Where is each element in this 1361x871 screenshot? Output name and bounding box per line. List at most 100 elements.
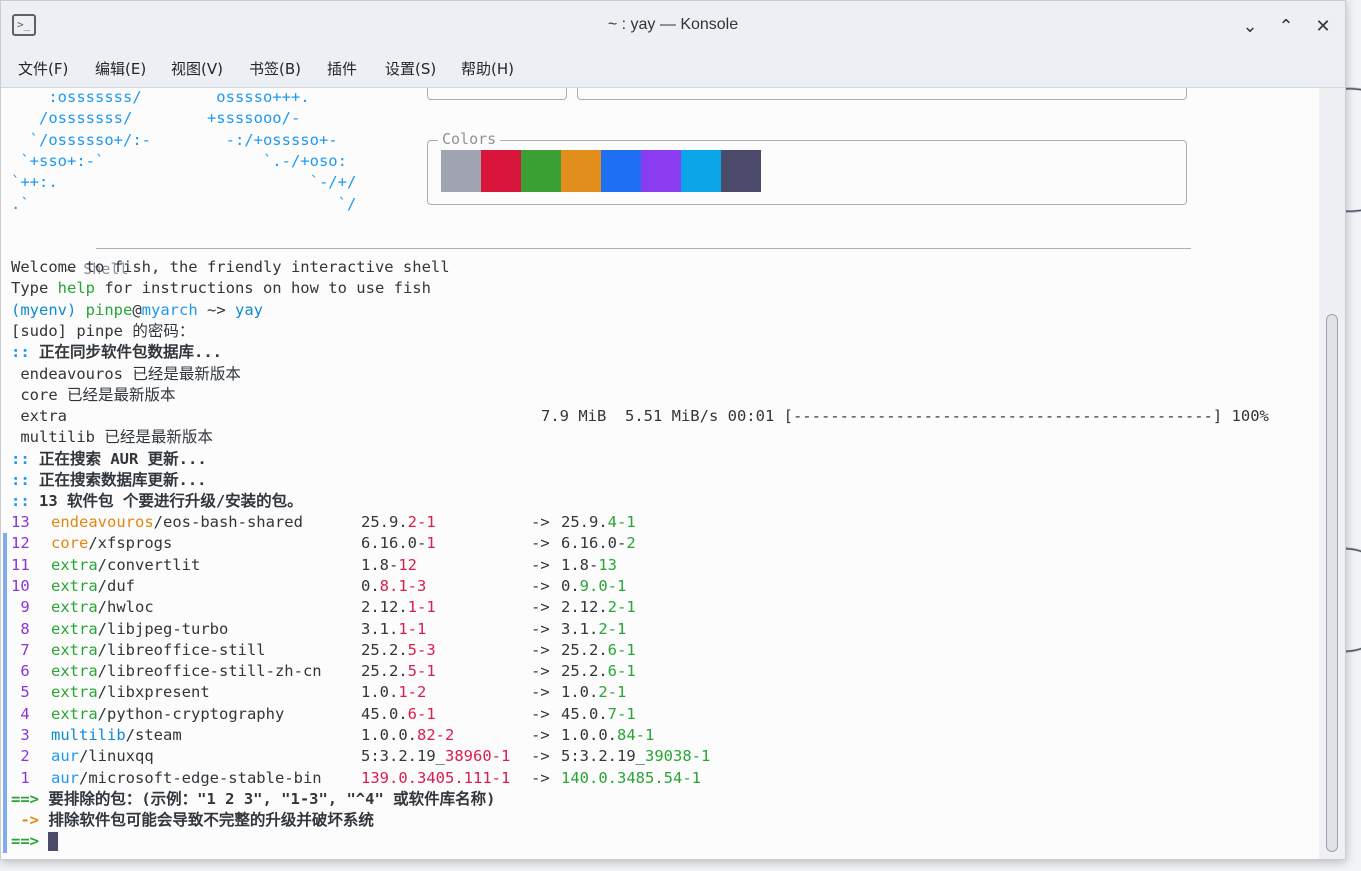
- scrollbar-thumb[interactable]: [1326, 314, 1338, 852]
- version-base: 25.2.: [561, 640, 608, 659]
- new-version: 6.16.0-2: [561, 533, 636, 554]
- package-id: /libreoffice-still-zh-cn: [97, 662, 322, 681]
- package-id: /convertlit: [97, 555, 201, 574]
- version-base: 1.0.0.: [361, 726, 417, 744]
- terminal-output[interactable]: :osssssss/ osssso+++. /osssssss/ +ssssoo…: [1, 88, 1319, 859]
- version-arrow: ->: [531, 747, 550, 766]
- download-progress: 7.9 MiB 5.51 MiB/s 00:01 [--------------…: [541, 407, 1269, 425]
- package-name: core/xfsprogs: [51, 533, 172, 554]
- version-diff: 84-1: [617, 726, 655, 744]
- package-name: extra/convertlit: [51, 555, 200, 576]
- prompt-at: @: [132, 301, 142, 319]
- version-base: 5:3.2.19_: [561, 747, 645, 766]
- package-number: 1: [11, 768, 30, 787]
- package-repo: extra: [51, 576, 98, 595]
- version-base: 1.8-: [361, 555, 399, 574]
- package-id: /steam: [125, 726, 182, 744]
- package-repo: aur: [51, 768, 79, 787]
- version-base: 2.12.: [561, 598, 608, 617]
- new-version: 3.1.2-1: [561, 619, 626, 640]
- maximize-icon[interactable]: ⌃: [1277, 17, 1295, 35]
- colors-box-label: Colors: [438, 130, 501, 148]
- menu-view[interactable]: 视图(V): [171, 58, 223, 79]
- scrollbar[interactable]: [1319, 88, 1345, 859]
- version-diff: 12: [398, 555, 417, 574]
- version-arrow: ->: [531, 726, 550, 744]
- color-swatch: [681, 150, 721, 192]
- marker: ::: [11, 492, 30, 510]
- version-diff: 6-1: [607, 640, 636, 659]
- ascii-art-line: `+sso+:-` `.-/+oso:: [11, 152, 347, 170]
- package-name: extra/python-cryptography: [51, 704, 284, 725]
- sudo-line: [sudo] pinpe 的密码：: [11, 322, 195, 340]
- version-diff: 5-1: [407, 662, 436, 681]
- package-id: /libxpresent: [97, 683, 210, 702]
- close-icon[interactable]: ✕: [1314, 17, 1332, 35]
- text: 排除软件包可能会导致不完整的升级并破坏系统: [39, 811, 374, 829]
- package-id: /libreoffice-still: [97, 640, 266, 659]
- selection-gutter: [3, 533, 7, 853]
- package-number: 4: [11, 704, 30, 723]
- package-id: /python-cryptography: [97, 704, 285, 723]
- old-version: 6.16.0-1: [361, 533, 436, 554]
- old-version: 3.1.1-1: [361, 619, 426, 640]
- text: Type: [11, 279, 58, 297]
- title-bar[interactable]: >_ ~ : yay — Konsole ⌄ ⌃ ✕: [1, 1, 1345, 51]
- version-arrow: ->: [531, 534, 550, 553]
- input-line[interactable]: ==>: [11, 831, 59, 852]
- package-repo: aur: [51, 747, 79, 766]
- marker: ->: [11, 811, 39, 829]
- version-base: 3.1.: [561, 619, 599, 638]
- package-repo: extra: [51, 598, 98, 617]
- version-diff: 139.0.3405.111-1: [361, 768, 511, 787]
- shell-section-header: — Shell: [11, 238, 1191, 278]
- package-number: 10: [11, 576, 30, 595]
- konsole-window: >_ ~ : yay — Konsole ⌄ ⌃ ✕ 文件(F) 编辑(E) 视…: [0, 0, 1346, 860]
- version-base: 0.: [561, 576, 580, 595]
- prompt-env: (myenv): [11, 301, 86, 319]
- minimize-icon[interactable]: ⌄: [1241, 17, 1259, 35]
- help-line: Type help for instructions on how to use…: [11, 278, 431, 299]
- package-number: 7: [11, 640, 30, 659]
- color-swatch: [601, 150, 641, 192]
- old-version: 1.8-12: [361, 555, 417, 576]
- package-number: 6: [11, 662, 30, 681]
- prompt-host: myarch: [141, 301, 198, 319]
- version-base: 25.2.: [361, 662, 408, 681]
- new-version: 45.0.7-1: [561, 704, 636, 725]
- new-version: 1.0.0.84-1: [561, 725, 654, 746]
- prompt-command: yay: [235, 301, 263, 319]
- repo-line: core 已经是最新版本: [11, 386, 176, 404]
- old-version: 139.0.3405.111-1: [361, 768, 510, 789]
- prompt-user: pinpe: [85, 301, 133, 319]
- version-diff: 6-1: [407, 704, 436, 723]
- version-base: 6.16.0-: [361, 534, 427, 553]
- new-version: 1.8-13: [561, 555, 617, 576]
- package-name: aur/microsoft-edge-stable-bin: [51, 768, 322, 789]
- text: 13 软件包 个要进行升级/安装的包。: [29, 492, 303, 510]
- version-diff: 8.1-3: [379, 576, 427, 595]
- package-repo: extra: [51, 683, 98, 702]
- color-swatch: [521, 150, 561, 192]
- version-diff: 140.0.3485.54-1: [561, 768, 701, 787]
- version-diff: 1-1: [398, 619, 427, 638]
- version-diff: 1: [426, 534, 436, 553]
- package-repo: extra: [51, 555, 98, 574]
- version-arrow: ->: [531, 576, 550, 595]
- color-swatch: [641, 150, 681, 192]
- old-version: 25.2.5-3: [361, 640, 436, 661]
- package-id: /hwloc: [97, 598, 154, 617]
- ascii-art-line: `/ossssso+/:- -:/+osssso+-: [11, 131, 338, 149]
- menu-settings[interactable]: 设置(S): [385, 58, 436, 79]
- version-base: 25.2.: [361, 640, 408, 659]
- version-diff: 7-1: [607, 704, 636, 723]
- package-name: multilib/steam: [51, 725, 182, 746]
- menu-edit[interactable]: 编辑(E): [95, 58, 146, 79]
- menu-bookmarks[interactable]: 书签(B): [249, 58, 301, 79]
- menu-file[interactable]: 文件(F): [18, 58, 68, 79]
- version-base: 1.0.: [361, 683, 399, 702]
- repo-line: endeavouros 已经是最新版本: [11, 365, 241, 383]
- package-repo: extra: [51, 662, 98, 681]
- menu-plugins[interactable]: 插件: [327, 58, 357, 79]
- menu-help[interactable]: 帮助(H): [461, 58, 514, 79]
